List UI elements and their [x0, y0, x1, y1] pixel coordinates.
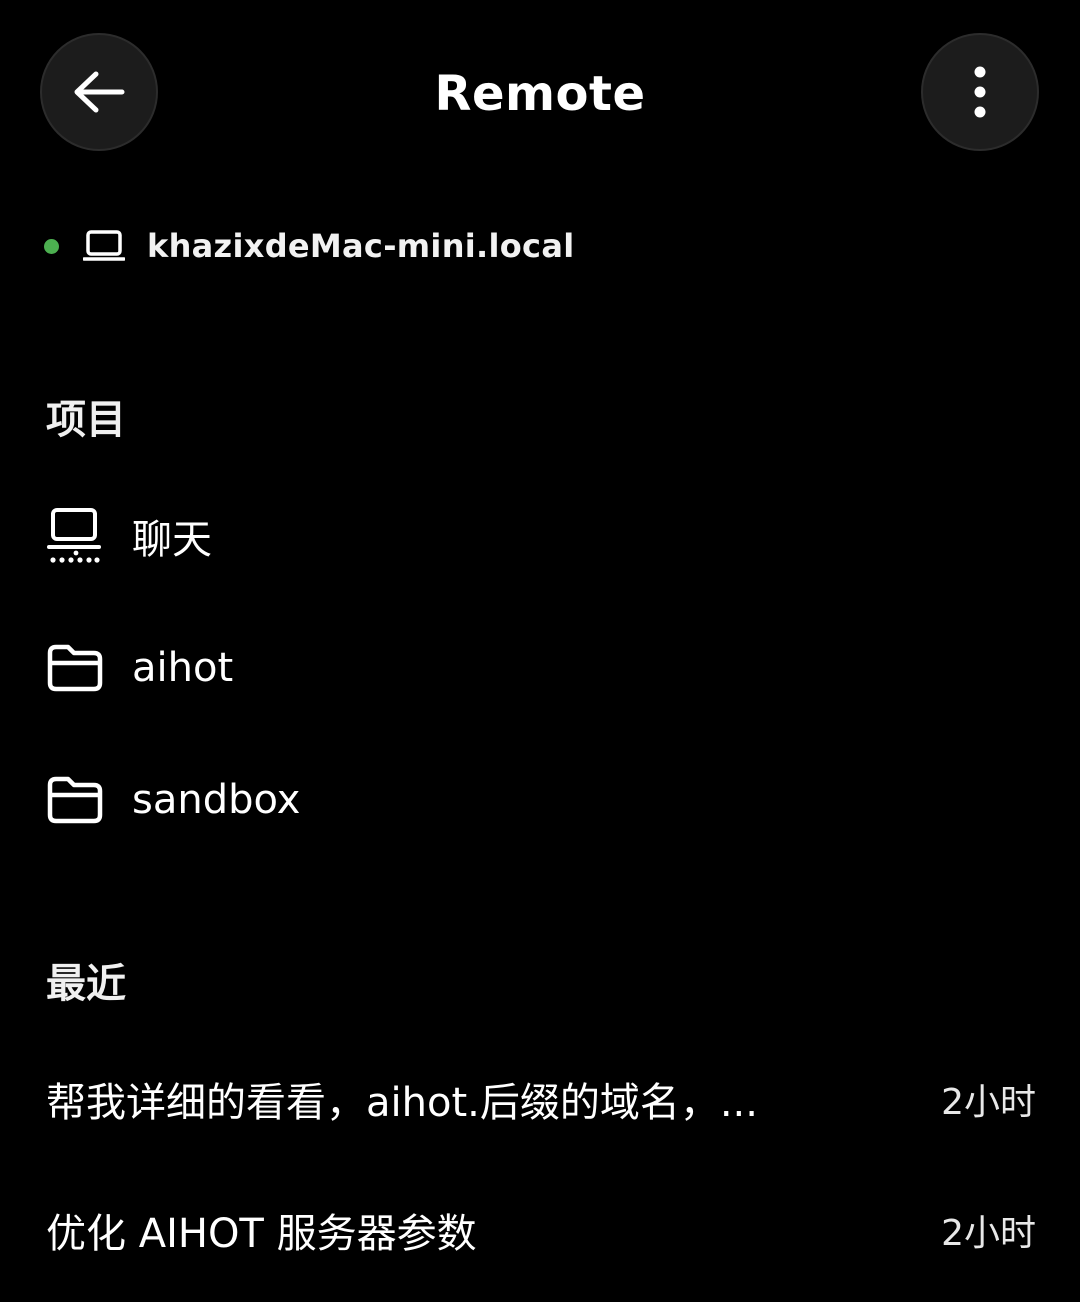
host-status-row[interactable]: khazixdeMac-mini.local — [44, 222, 575, 270]
online-status-dot — [44, 238, 59, 254]
recent-item[interactable]: 帮我详细的看看，aihot.后缀的域名，... 2小时 — [46, 1066, 1036, 1132]
laptop-icon — [83, 229, 125, 263]
recent-item-title: 优化 AIHOT 服务器参数 — [46, 1211, 477, 1257]
project-item-aihot[interactable]: aihot — [46, 632, 1036, 704]
recent-item-time: 2小时 — [941, 1213, 1036, 1254]
page-title: Remote — [434, 66, 646, 122]
projects-heading: 项目 — [46, 397, 126, 443]
project-item-chat[interactable]: 聊天 — [46, 500, 1036, 572]
recent-item-title: 帮我详细的看看，aihot.后缀的域名，... — [46, 1080, 758, 1126]
recent-heading: 最近 — [46, 961, 126, 1007]
more-vertical-icon — [973, 66, 987, 118]
recent-item-time: 2小时 — [941, 1082, 1036, 1123]
project-label: aihot — [132, 645, 234, 691]
project-label: sandbox — [132, 777, 301, 823]
folder-icon — [46, 639, 104, 697]
recent-item[interactable]: 优化 AIHOT 服务器参数 2小时 — [46, 1197, 1036, 1263]
host-name: khazixdeMac-mini.local — [147, 227, 575, 265]
folder-icon — [46, 771, 104, 829]
chat-laptop-icon — [46, 507, 104, 565]
project-label: 聊天 — [132, 517, 212, 563]
more-options-button[interactable] — [921, 33, 1039, 151]
project-item-sandbox[interactable]: sandbox — [46, 764, 1036, 836]
